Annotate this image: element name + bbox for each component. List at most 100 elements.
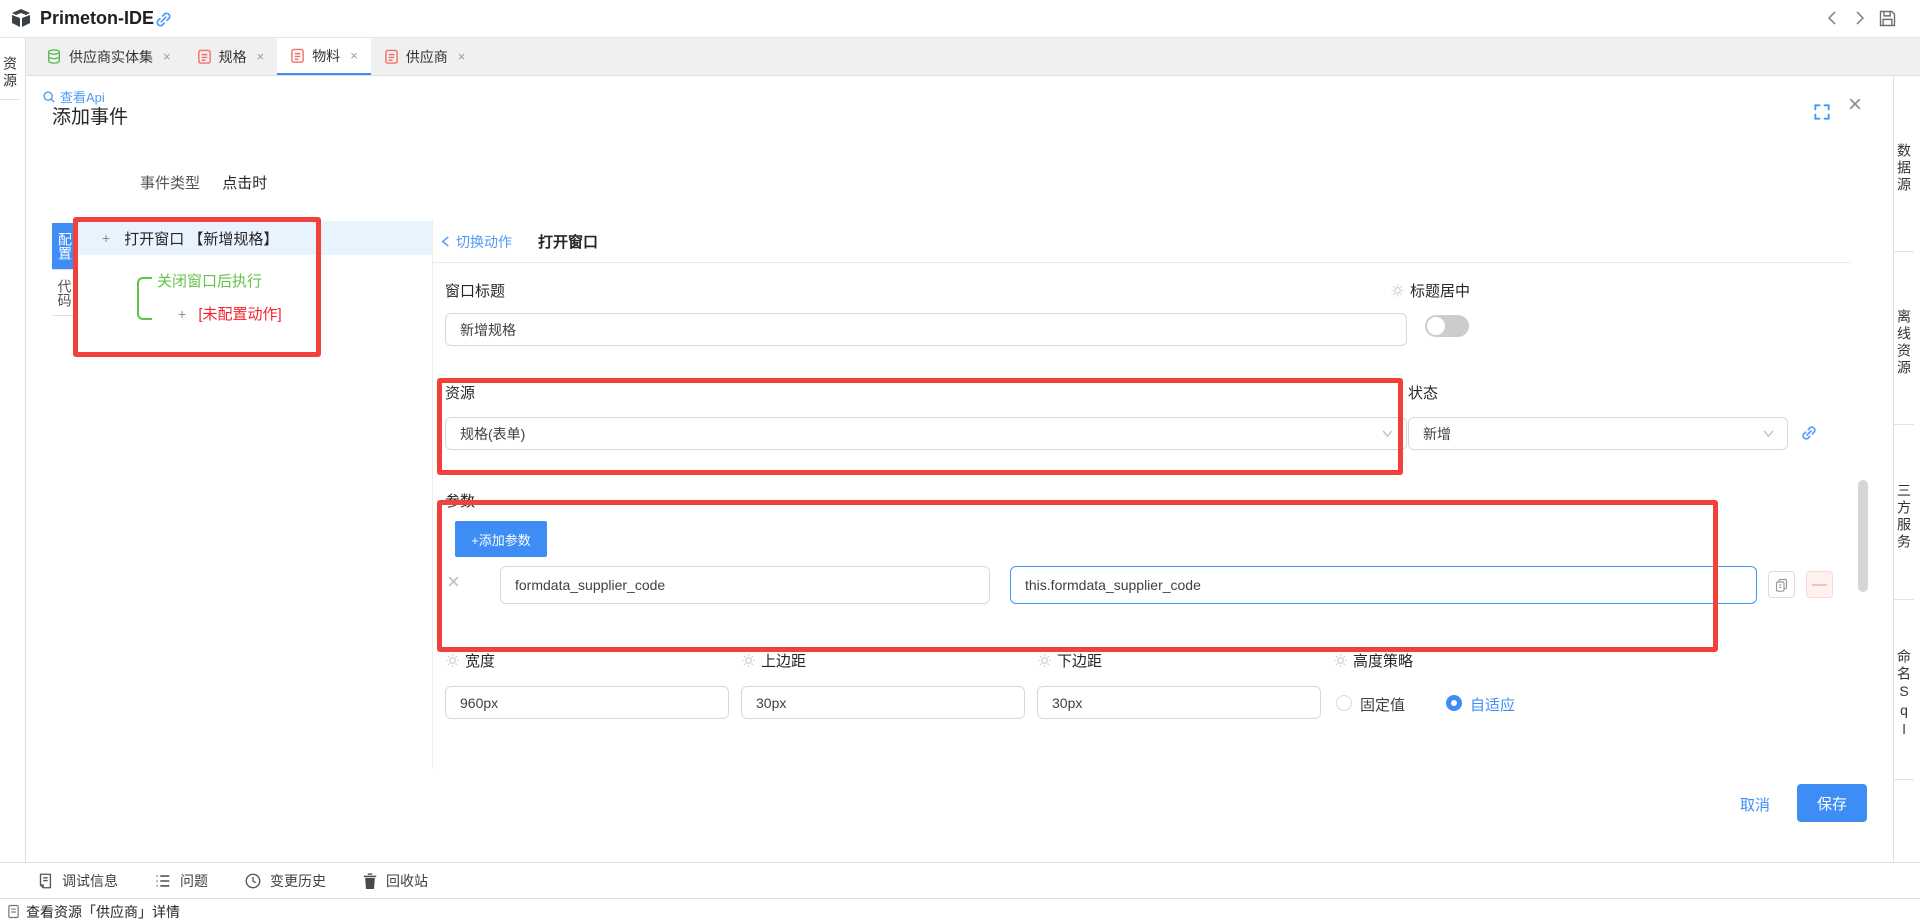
expand-icon[interactable]: + xyxy=(178,306,186,322)
close-tab-icon[interactable]: × xyxy=(350,48,358,63)
drag-handle-icon[interactable] xyxy=(447,575,460,588)
toggle-knob xyxy=(1427,317,1445,335)
dialog-scrollbar[interactable] xyxy=(1858,480,1868,592)
copy-icon xyxy=(1774,577,1789,592)
resource-select[interactable]: 规格(表单) xyxy=(445,417,1407,450)
action-title: 打开窗口 xyxy=(538,231,598,252)
auto-fit-radio[interactable] xyxy=(1446,695,1462,711)
change-history-button[interactable]: 变更历史 xyxy=(244,871,326,891)
database-icon xyxy=(46,48,62,65)
panel-divider xyxy=(432,219,433,769)
debug-info-button[interactable]: 调试信息 xyxy=(36,871,118,891)
fullscreen-icon[interactable] xyxy=(1812,102,1832,122)
problems-button[interactable]: 问题 xyxy=(154,871,208,891)
width-field-label: 宽度 xyxy=(445,650,495,671)
panel-header: 切换动作 打开窗口 xyxy=(440,231,598,252)
bottom-toolbar: 调试信息 问题 变更历史 回收站 xyxy=(0,862,1920,898)
resource-doc-icon xyxy=(7,904,20,919)
form-icon xyxy=(197,48,212,65)
gear-icon xyxy=(1037,653,1052,668)
param-value-input[interactable]: this.formdata_supplier_code xyxy=(1010,566,1757,604)
tab-code[interactable]: 代码 xyxy=(52,269,78,316)
right-rail-third-party-services[interactable]: 三方服务 xyxy=(1894,425,1914,600)
status-bar: 查看资源「供应商」详情 xyxy=(0,898,1920,924)
state-select[interactable]: 新增 xyxy=(1408,417,1788,450)
margin-top-input[interactable]: 30px xyxy=(741,686,1025,719)
tree-node-label: 打开窗口 【新增规格】 xyxy=(124,228,278,249)
close-tab-icon[interactable]: × xyxy=(163,49,171,64)
chevron-down-icon xyxy=(1762,429,1775,438)
bind-link-icon[interactable] xyxy=(1799,423,1819,443)
event-type-row: 事件类型 点击时 xyxy=(140,172,267,193)
title-bar: Primeton-IDE xyxy=(0,0,1920,38)
tree-branch-after-close[interactable]: 关闭窗口后执行 xyxy=(157,270,262,291)
right-rail-datasource[interactable]: 数据源 xyxy=(1894,76,1914,252)
gear-icon xyxy=(1333,653,1348,668)
copy-param-button[interactable] xyxy=(1768,571,1795,598)
expand-icon[interactable]: + xyxy=(102,230,110,246)
app-title: Primeton-IDE xyxy=(40,8,154,29)
tree-branch-connector xyxy=(137,277,152,320)
history-forward-icon[interactable] xyxy=(1850,9,1868,27)
event-type-value: 点击时 xyxy=(222,175,267,192)
params-label: 参数 xyxy=(445,490,475,511)
left-rail-resources[interactable]: 资源 xyxy=(0,38,20,100)
margin-top-field-label: 上边距 xyxy=(741,650,806,671)
width-input[interactable]: 960px xyxy=(445,686,729,719)
form-icon xyxy=(290,47,305,64)
tab-label: 规格 xyxy=(219,47,247,67)
tab-label: 物料 xyxy=(312,46,340,66)
tab-supplier[interactable]: 供应商 × xyxy=(371,38,479,75)
switch-action-link[interactable]: 切换动作 xyxy=(440,232,512,252)
tree-node-unconfigured-action[interactable]: + [未配置动作] xyxy=(178,303,282,324)
cancel-button[interactable]: 取消 xyxy=(1740,794,1770,815)
history-back-icon[interactable] xyxy=(1824,9,1842,27)
debug-info-icon xyxy=(36,872,54,890)
right-rail-offline-resources[interactable]: 离线资源 xyxy=(1894,252,1914,425)
state-label: 状态 xyxy=(1408,382,1438,403)
auto-fit-label[interactable]: 自适应 xyxy=(1470,694,1515,715)
title-center-toggle[interactable] xyxy=(1425,315,1469,337)
minus-icon: — xyxy=(1812,576,1827,593)
tree-node-label: [未配置动作] xyxy=(198,306,281,323)
add-param-button[interactable]: +添加参数 xyxy=(455,521,547,557)
save-icon[interactable] xyxy=(1877,8,1898,29)
close-tab-icon[interactable]: × xyxy=(458,49,466,64)
fixed-value-label[interactable]: 固定值 xyxy=(1360,694,1405,715)
gear-icon xyxy=(741,653,756,668)
event-type-label: 事件类型 xyxy=(140,175,200,192)
tree-node-open-window[interactable]: + 打开窗口 【新增规格】 xyxy=(78,221,432,255)
title-center-label: 标题居中 xyxy=(1410,280,1470,301)
close-tab-icon[interactable]: × xyxy=(257,49,265,64)
title-center-field: 标题居中 xyxy=(1390,280,1470,301)
dialog-title: 添加事件 xyxy=(52,102,128,129)
gear-icon xyxy=(445,653,460,668)
margin-bottom-field-label: 下边距 xyxy=(1037,650,1102,671)
margin-bottom-input[interactable]: 30px xyxy=(1037,686,1321,719)
tab-label: 供应商实体集 xyxy=(69,47,153,67)
right-rail-named-sql[interactable]: 命名Sql xyxy=(1894,600,1914,780)
resource-label: 资源 xyxy=(445,382,475,403)
form-icon xyxy=(384,48,399,65)
app-logo-icon xyxy=(9,7,33,31)
tab-spec[interactable]: 规格 × xyxy=(184,38,278,75)
height-strategy-field-label: 高度策略 xyxy=(1333,650,1413,671)
save-button[interactable]: 保存 xyxy=(1797,784,1867,822)
recycle-bin-button[interactable]: 回收站 xyxy=(362,871,428,891)
status-text: 查看资源「供应商」详情 xyxy=(26,902,180,922)
trash-icon xyxy=(362,872,378,890)
history-clock-icon xyxy=(244,872,262,890)
gear-icon xyxy=(1390,283,1405,298)
window-title-input[interactable]: 新增规格 xyxy=(445,313,1407,346)
param-name-input[interactable]: formdata_supplier_code xyxy=(500,566,990,604)
tab-config[interactable]: 配置 xyxy=(52,223,78,269)
header-divider xyxy=(433,262,1851,263)
tab-bar: 供应商实体集 × 规格 × 物料 × 供应商 × xyxy=(26,38,1920,76)
link-icon[interactable] xyxy=(153,9,174,30)
tab-supplier-entity-set[interactable]: 供应商实体集 × xyxy=(33,38,184,75)
remove-param-button[interactable]: — xyxy=(1806,571,1833,598)
close-icon[interactable]: × xyxy=(1848,93,1862,117)
app-window: Primeton-IDE 供应商实体集 × 规格 × xyxy=(0,0,1920,924)
tab-material[interactable]: 物料 × xyxy=(277,38,371,75)
fixed-value-radio[interactable] xyxy=(1336,695,1352,711)
